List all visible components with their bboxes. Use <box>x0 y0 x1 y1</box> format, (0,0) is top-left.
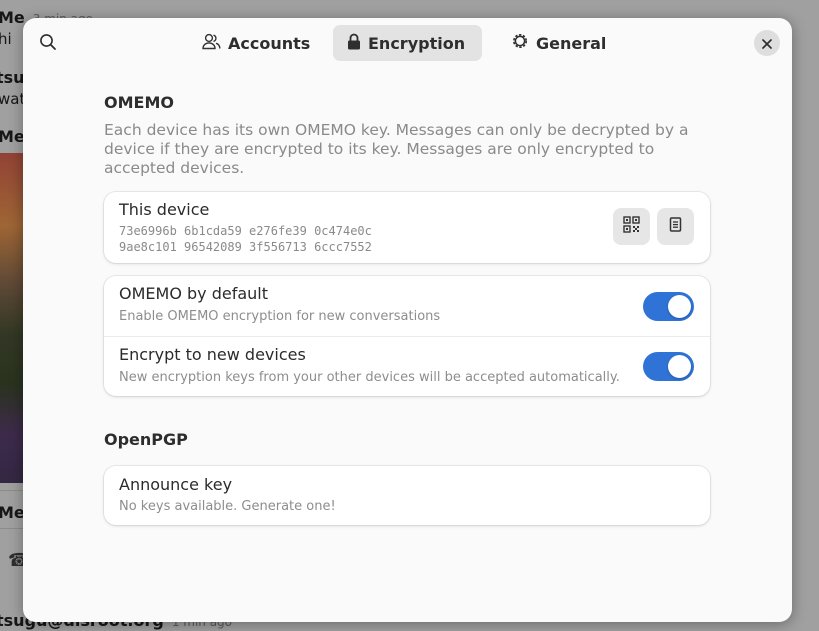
device-fingerprint-line2: 9ae8c101 96542089 3f556713 6ccc7552 <box>119 240 372 254</box>
switch-knob <box>668 355 691 378</box>
device-fingerprint-line1: 73e6996b 6b1cda59 e276fe39 0c474e0c <box>119 224 372 238</box>
copy-fingerprint-button[interactable] <box>657 208 694 245</box>
show-qr-code-button[interactable] <box>613 208 650 245</box>
omemo-settings-card: OMEMO by default Enable OMEMO encryption… <box>104 276 710 396</box>
encrypt-new-devices-subtitle: New encryption keys from your other devi… <box>119 370 620 385</box>
qr-code-icon <box>623 216 640 237</box>
copy-icon <box>668 216 683 237</box>
lock-icon <box>347 33 361 54</box>
announce-key-subtitle: No keys available. Generate one! <box>119 499 336 514</box>
omemo-section-title: OMEMO <box>104 93 174 112</box>
accounts-icon <box>202 33 221 54</box>
announce-key-title: Announce key <box>119 475 233 494</box>
this-device-card: This device 73e6996b 6b1cda59 e276fe39 0… <box>104 192 710 263</box>
encrypt-new-devices-row[interactable]: Encrypt to new devices New encryption ke… <box>104 337 710 396</box>
preferences-tabs: Accounts Encryption General <box>23 25 792 61</box>
switch-knob <box>668 295 691 318</box>
encrypt-new-devices-title: Encrypt to new devices <box>119 345 306 364</box>
tab-encryption[interactable]: Encryption <box>333 25 482 61</box>
close-icon <box>762 34 772 53</box>
gear-icon <box>511 32 529 54</box>
tab-encryption-label: Encryption <box>368 33 466 53</box>
omemo-by-default-row[interactable]: OMEMO by default Enable OMEMO encryption… <box>104 276 710 336</box>
omemo-description: Each device has its own OMEMO key. Messa… <box>104 121 689 177</box>
omemo-by-default-switch[interactable] <box>643 292 694 321</box>
close-button[interactable] <box>754 30 780 56</box>
tab-general-label: General <box>536 33 607 53</box>
tab-accounts-label: Accounts <box>228 33 311 53</box>
tab-accounts[interactable]: Accounts <box>188 25 324 61</box>
omemo-by-default-subtitle: Enable OMEMO encryption for new conversa… <box>119 309 441 324</box>
encrypt-new-devices-switch[interactable] <box>643 352 694 381</box>
announce-key-row[interactable]: Announce key No keys available. Generate… <box>104 466 710 525</box>
openpgp-section-title: OpenPGP <box>104 430 188 449</box>
omemo-by-default-title: OMEMO by default <box>119 284 268 303</box>
preferences-dialog: Accounts Encryption General OMEMO Each d… <box>23 18 792 622</box>
tab-general[interactable]: General <box>497 25 620 61</box>
this-device-title: This device <box>119 200 210 219</box>
